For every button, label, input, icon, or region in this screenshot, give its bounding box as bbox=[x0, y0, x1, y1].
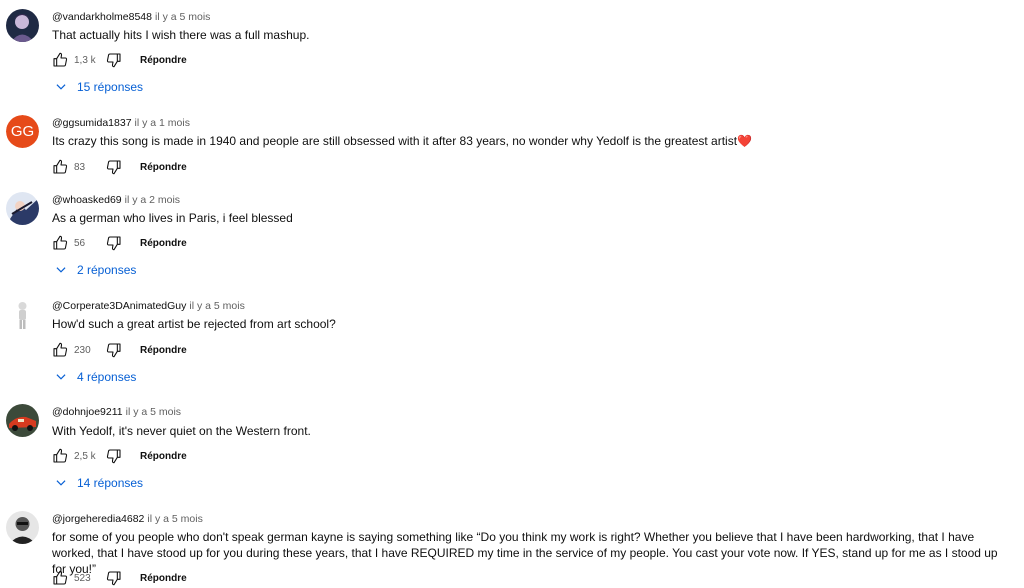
like-count: 1,3 k bbox=[74, 54, 96, 66]
dislike-button[interactable] bbox=[104, 446, 124, 466]
like-button[interactable] bbox=[50, 233, 70, 253]
replies-count-label: 15 réponses bbox=[77, 80, 144, 94]
author-name[interactable]: @whoasked69 bbox=[52, 194, 122, 206]
reply-button[interactable]: Répondre bbox=[140, 162, 187, 173]
view-replies-button[interactable]: 15 réponses bbox=[54, 77, 143, 97]
comment-header: @jorgeheredia4682 il y a 5 mois bbox=[52, 512, 203, 526]
thumbs-up-icon bbox=[53, 448, 68, 463]
like-button[interactable] bbox=[50, 157, 70, 177]
comment-header: @vandarkholme8548 il y a 5 mois bbox=[52, 10, 210, 24]
thumbs-down-icon bbox=[106, 449, 121, 464]
comment-actions: 1,3 k Répondre bbox=[50, 50, 187, 70]
chevron-down-icon bbox=[56, 84, 66, 90]
comment-text: Its crazy this song is made in 1940 and … bbox=[52, 133, 1007, 149]
reply-button[interactable]: Répondre bbox=[140, 451, 187, 462]
like-button[interactable] bbox=[50, 340, 70, 360]
thumbs-up-icon bbox=[53, 342, 68, 357]
reply-button[interactable]: Répondre bbox=[140, 55, 187, 66]
chevron-down-icon bbox=[56, 267, 66, 273]
replies-count-label: 2 réponses bbox=[77, 263, 137, 277]
replies-count-label: 14 réponses bbox=[77, 476, 144, 490]
comment-header: @whoasked69 il y a 2 mois bbox=[52, 193, 180, 207]
comment-header: @ggsumida1837 il y a 1 mois bbox=[52, 116, 190, 130]
like-count: 56 bbox=[74, 237, 86, 249]
view-replies-button[interactable]: 4 réponses bbox=[54, 367, 136, 387]
author-name[interactable]: @jorgeheredia4682 bbox=[52, 513, 144, 525]
thumbs-up-icon bbox=[53, 159, 68, 174]
author-name[interactable]: @vandarkholme8548 bbox=[52, 11, 152, 23]
thumbs-down-icon bbox=[106, 343, 121, 358]
comment-text: That actually hits I wish there was a fu… bbox=[52, 28, 310, 42]
comment-actions: 230 Répondre bbox=[50, 340, 187, 360]
reply-button[interactable]: Répondre bbox=[140, 573, 187, 584]
comment-text: With Yedolf, it's never quiet on the Wes… bbox=[52, 424, 311, 438]
dislike-button[interactable] bbox=[104, 50, 124, 70]
like-button[interactable] bbox=[50, 446, 70, 466]
comment-text: As a german who lives in Paris, i feel b… bbox=[52, 211, 293, 225]
race-car-avatar-icon bbox=[6, 404, 39, 437]
view-replies-button[interactable]: 2 réponses bbox=[54, 260, 136, 280]
like-button[interactable] bbox=[50, 568, 70, 588]
heart-emoji: ❤️ bbox=[737, 134, 752, 148]
chevron-down-icon bbox=[56, 374, 66, 380]
comment-text: How'd such a great artist be rejected fr… bbox=[52, 317, 336, 331]
timestamp[interactable]: il y a 2 mois bbox=[125, 194, 180, 206]
like-count: 523 bbox=[74, 572, 91, 584]
like-count: 230 bbox=[74, 344, 91, 356]
reply-button[interactable]: Répondre bbox=[140, 345, 187, 356]
comment-header: @dohnjoe9211 il y a 5 mois bbox=[52, 405, 181, 419]
anime-character-avatar-icon bbox=[6, 192, 39, 225]
thumbs-up-icon bbox=[53, 570, 68, 585]
3d-figure-avatar-icon bbox=[6, 298, 39, 331]
comment-text-body: Its crazy this song is made in 1940 and … bbox=[52, 134, 738, 148]
timestamp[interactable]: il y a 5 mois bbox=[126, 406, 181, 418]
thumbs-down-icon bbox=[106, 571, 121, 586]
thumbs-down-icon bbox=[106, 236, 121, 251]
comment-actions: 523 Répondre bbox=[50, 568, 187, 588]
comment-actions: 2,5 k Répondre bbox=[50, 446, 187, 466]
thumbs-up-icon bbox=[53, 235, 68, 250]
timestamp[interactable]: il y a 1 mois bbox=[135, 117, 190, 129]
reply-button[interactable]: Répondre bbox=[140, 238, 187, 249]
comment-header: @Corperate3DAnimatedGuy il y a 5 mois bbox=[52, 299, 245, 313]
timestamp[interactable]: il y a 5 mois bbox=[155, 11, 210, 23]
avatar-initials: GG bbox=[6, 115, 39, 148]
thumbs-down-icon bbox=[106, 160, 121, 175]
avatar[interactable] bbox=[6, 404, 39, 437]
dark-anime-avatar-icon bbox=[6, 9, 39, 42]
avatar[interactable] bbox=[6, 192, 39, 225]
comment-actions: 83 Répondre bbox=[50, 157, 187, 177]
chevron-down-icon bbox=[56, 480, 66, 486]
dislike-button[interactable] bbox=[104, 340, 124, 360]
thumbs-up-icon bbox=[53, 52, 68, 67]
avatar[interactable]: GG bbox=[6, 115, 39, 148]
timestamp[interactable]: il y a 5 mois bbox=[189, 300, 244, 312]
portrait-avatar-icon bbox=[6, 511, 39, 544]
dislike-button[interactable] bbox=[104, 157, 124, 177]
comment-text: for some of you people who don't speak g… bbox=[52, 530, 998, 576]
thumbs-down-icon bbox=[106, 53, 121, 68]
avatar[interactable] bbox=[6, 298, 39, 331]
replies-count-label: 4 réponses bbox=[77, 370, 137, 384]
view-replies-button[interactable]: 14 réponses bbox=[54, 473, 143, 493]
author-name[interactable]: @Corperate3DAnimatedGuy bbox=[52, 300, 186, 312]
avatar[interactable] bbox=[6, 511, 39, 544]
dislike-button[interactable] bbox=[104, 233, 124, 253]
like-count: 2,5 k bbox=[74, 450, 96, 462]
like-count: 83 bbox=[74, 161, 86, 173]
like-button[interactable] bbox=[50, 50, 70, 70]
comment-actions: 56 Répondre bbox=[50, 233, 187, 253]
author-name[interactable]: @ggsumida1837 bbox=[52, 117, 132, 129]
timestamp[interactable]: il y a 5 mois bbox=[147, 513, 202, 525]
dislike-button[interactable] bbox=[104, 568, 124, 588]
avatar[interactable] bbox=[6, 9, 39, 42]
author-name[interactable]: @dohnjoe9211 bbox=[52, 406, 123, 418]
